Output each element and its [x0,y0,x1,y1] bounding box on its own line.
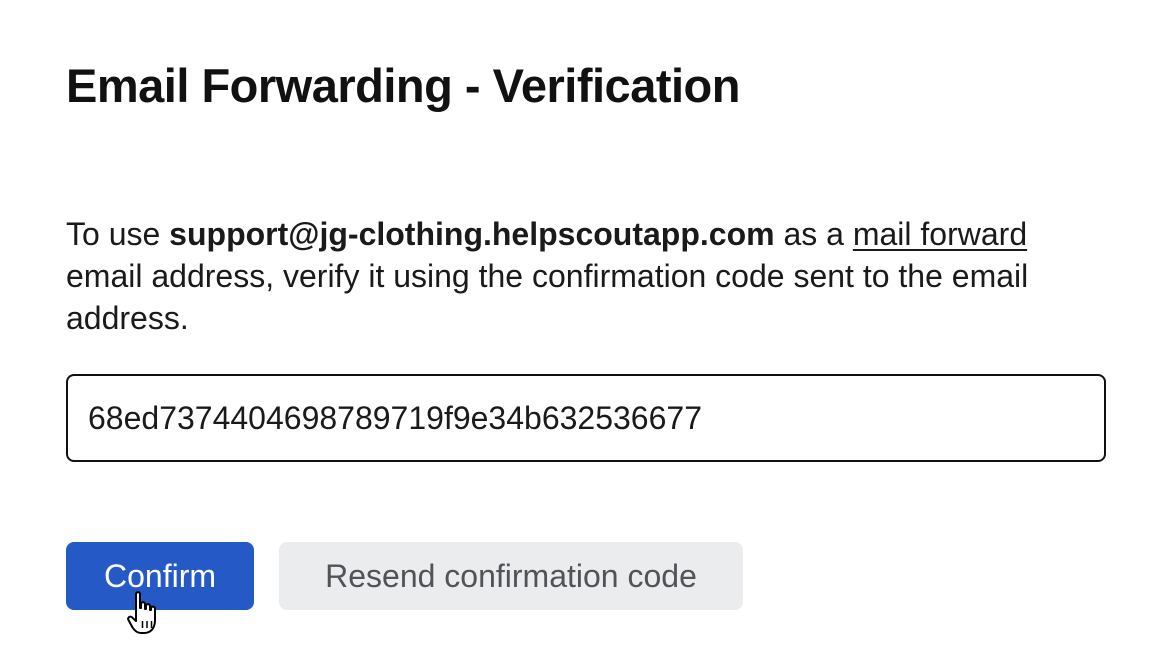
hand-pointer-icon [127,591,156,634]
confirm-button[interactable]: Confirm [66,542,254,610]
verification-description: To use support@jg-clothing.helpscoutapp.… [66,213,1066,339]
description-prefix: To use [66,216,170,252]
confirmation-code-input[interactable] [66,374,1106,462]
mail-forward-link[interactable]: mail forward [853,216,1027,252]
page-title: Email Forwarding - Verification [66,59,740,112]
description-middle: as a [774,216,853,252]
description-suffix: email address, verify it using the confi… [66,258,1029,336]
forwarding-email-address: support@jg-clothing.helpscoutapp.com [169,216,775,252]
resend-confirmation-code-button[interactable]: Resend confirmation code [279,542,743,610]
